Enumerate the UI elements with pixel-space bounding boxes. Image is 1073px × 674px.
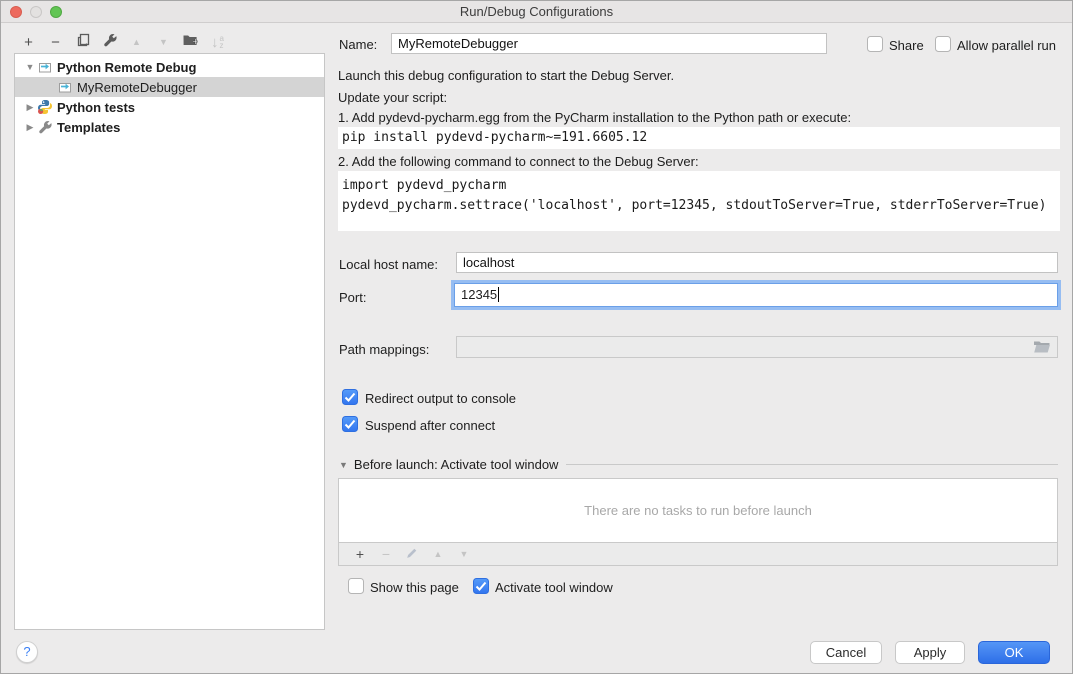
path-mappings-input[interactable] (456, 336, 1058, 358)
share-checkbox[interactable] (867, 36, 883, 52)
arrow-down-icon: ▼ (159, 37, 168, 47)
activate-tool-window-checkbox[interactable] (473, 578, 489, 594)
tree-item-python-remote-debug[interactable]: ▼ Python Remote Debug (15, 57, 324, 77)
allow-parallel-run-checkbox[interactable] (935, 36, 951, 52)
move-down-button[interactable]: ▼ (150, 31, 177, 53)
name-input[interactable] (391, 33, 827, 54)
new-folder-button[interactable] (177, 31, 204, 53)
title-bar: Run/Debug Configurations (1, 1, 1072, 23)
sort-configurations-button[interactable]: ↓ az (204, 31, 231, 53)
tree-item-label: Python Remote Debug (57, 60, 196, 75)
move-up-button[interactable]: ▲ (123, 31, 150, 53)
arrow-up-icon: ▲ (434, 549, 443, 559)
tree-item-label: Templates (57, 120, 120, 135)
port-value: 12345 (461, 287, 497, 302)
configurations-toolbar: + − ▲ ▼ ↓ az (15, 31, 231, 53)
instruction-line-2: Update your script: (338, 90, 447, 105)
edit-task-button[interactable] (399, 544, 425, 564)
remove-configuration-button[interactable]: − (42, 31, 69, 53)
ok-button[interactable]: OK (978, 641, 1050, 664)
close-button[interactable] (10, 6, 22, 18)
path-mappings-label: Path mappings: (339, 342, 429, 357)
move-task-up-button[interactable]: ▲ (425, 544, 451, 564)
templates-wrench-icon (37, 119, 53, 135)
instruction-step-2: 2. Add the following command to connect … (338, 154, 699, 169)
tree-item-myremotedebugger[interactable]: MyRemoteDebugger (15, 77, 324, 97)
edit-templates-button[interactable] (96, 31, 123, 53)
chevron-collapsed-icon[interactable]: ▶ (23, 122, 37, 133)
folder-add-icon (182, 32, 199, 52)
show-this-page-label: Show this page (370, 580, 459, 595)
run-config-icon (37, 59, 53, 75)
before-launch-tasks-panel: There are no tasks to run before launch … (338, 478, 1058, 566)
configurations-tree: ▼ Python Remote Debug MyRemoteDebugger ▶… (14, 53, 325, 630)
move-task-down-button[interactable]: ▼ (451, 544, 477, 564)
name-label: Name: (339, 37, 377, 52)
add-task-button[interactable]: + (347, 544, 373, 564)
redirect-output-label: Redirect output to console (365, 391, 516, 406)
run-debug-configurations-dialog: Run/Debug Configurations + − ▲ ▼ ↓ az ▼ … (0, 0, 1073, 674)
tasks-empty-message: There are no tasks to run before launch (339, 479, 1057, 543)
port-label: Port: (339, 290, 366, 305)
instruction-line-1: Launch this debug configuration to start… (338, 68, 674, 83)
tree-item-python-tests[interactable]: ▶ Python tests (15, 97, 324, 117)
add-configuration-button[interactable]: + (15, 31, 42, 53)
before-launch-title: Before launch: Activate tool window (354, 457, 559, 472)
browse-folder-icon[interactable] (1033, 340, 1051, 357)
activate-tool-window-label: Activate tool window (495, 580, 613, 595)
share-label: Share (889, 38, 924, 53)
redirect-output-checkbox[interactable] (342, 389, 358, 405)
code-line-1: import pydevd_pycharm (342, 176, 1056, 196)
pip-command-code[interactable]: pip install pydevd-pycharm~=191.6605.12 (338, 127, 1060, 149)
show-this-page-checkbox[interactable] (348, 578, 364, 594)
settrace-code-block[interactable]: import pydevd_pycharm pydevd_pycharm.set… (338, 171, 1060, 231)
chevron-collapsed-icon[interactable]: ▶ (23, 102, 37, 113)
python-tests-icon (37, 99, 53, 115)
apply-button[interactable]: Apply (895, 641, 965, 664)
local-host-name-label: Local host name: (339, 257, 438, 272)
minus-icon: − (382, 546, 390, 562)
minus-icon: − (51, 35, 60, 50)
run-config-icon (57, 79, 73, 95)
copy-configuration-button[interactable] (69, 31, 96, 53)
arrow-up-icon: ▲ (132, 37, 141, 47)
remove-task-button[interactable]: − (373, 544, 399, 564)
suspend-after-connect-checkbox[interactable] (342, 416, 358, 432)
before-launch-header[interactable]: ▼ Before launch: Activate tool window (339, 457, 1058, 472)
sort-az-icon: ↓ az (211, 34, 224, 51)
text-caret (498, 287, 499, 302)
zoom-button[interactable] (50, 6, 62, 18)
tree-item-label: MyRemoteDebugger (77, 80, 197, 95)
wrench-icon (102, 32, 118, 52)
tree-item-label: Python tests (57, 100, 135, 115)
chevron-expanded-icon[interactable]: ▼ (23, 62, 37, 72)
arrow-down-icon: ▼ (460, 549, 469, 559)
pencil-icon (405, 546, 419, 563)
local-host-name-input[interactable] (456, 252, 1058, 273)
port-input[interactable]: 12345 (454, 283, 1058, 307)
tree-item-templates[interactable]: ▶ Templates (15, 117, 324, 137)
traffic-lights (10, 6, 62, 18)
help-button[interactable]: ? (16, 641, 38, 663)
code-line-2: pydevd_pycharm.settrace('localhost', por… (342, 196, 1056, 216)
plus-icon: + (356, 546, 364, 562)
cancel-button[interactable]: Cancel (810, 641, 882, 664)
suspend-after-connect-label: Suspend after connect (365, 418, 495, 433)
minimize-button[interactable] (30, 6, 42, 18)
window-title: Run/Debug Configurations (1, 1, 1072, 22)
tasks-toolbar: + − ▲ ▼ (339, 543, 1057, 565)
instruction-step-1: 1. Add pydevd-pycharm.egg from the PyCha… (338, 110, 851, 125)
section-rule (566, 464, 1058, 465)
copy-icon (75, 32, 91, 52)
plus-icon: + (24, 35, 33, 50)
section-collapse-icon[interactable]: ▼ (339, 460, 348, 470)
allow-parallel-run-label: Allow parallel run (957, 38, 1056, 53)
